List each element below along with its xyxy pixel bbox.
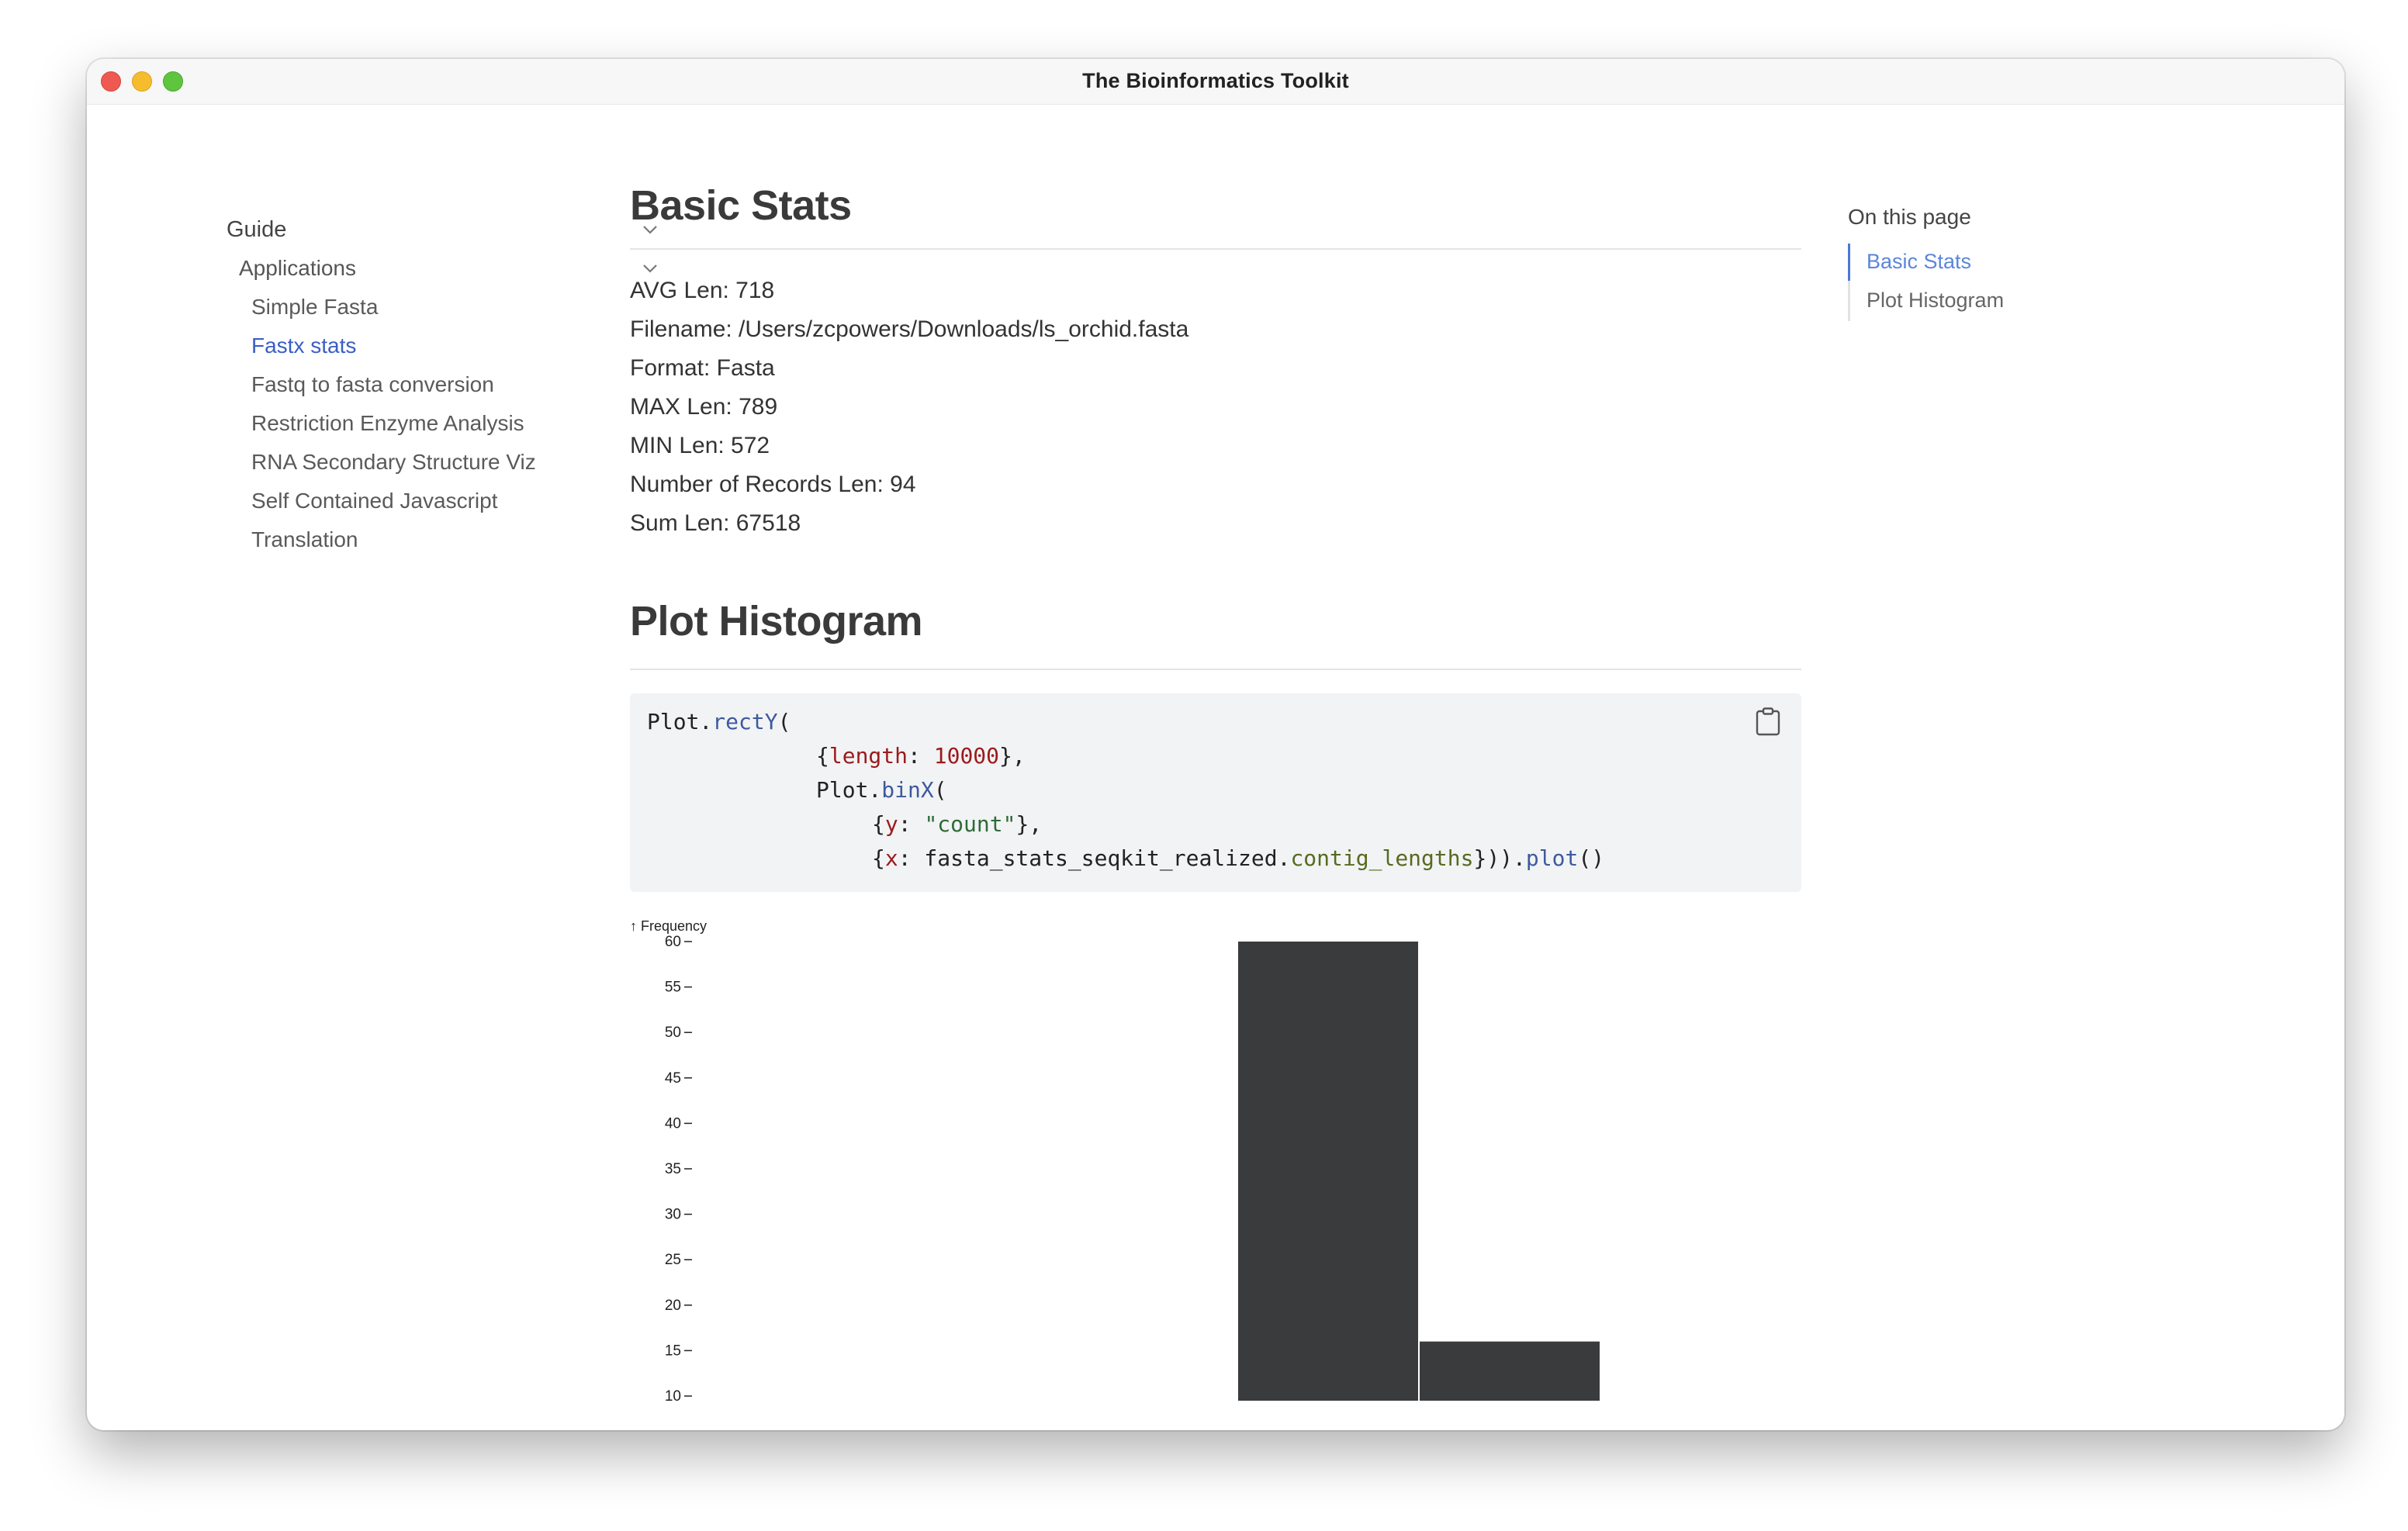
histogram-chart: ↑ Frequency 51015202530354045505560 bbox=[630, 920, 1600, 1401]
stat-sum-len: Sum Len: 67518 bbox=[630, 510, 801, 536]
sidebar-item-fastx-stats[interactable]: Fastx stats bbox=[227, 329, 661, 365]
sidebar-item-fastq-to-fasta[interactable]: Fastq to fasta conversion bbox=[227, 368, 661, 403]
sidebar-item-label: Fastx stats bbox=[251, 334, 357, 358]
sidebar-item-label: Self Contained Javascript bbox=[251, 489, 498, 513]
y-tick-label: 55 bbox=[665, 980, 681, 996]
page-content: Guide Applications Simple Fasta Fastx st… bbox=[87, 104, 2344, 1430]
section-divider bbox=[630, 669, 1801, 670]
toc-title: On this page bbox=[1848, 205, 1971, 229]
basic-stats-heading: Basic Stats bbox=[630, 182, 852, 229]
y-tick-label: 15 bbox=[665, 1343, 681, 1359]
sidebar-group-applications[interactable]: Applications bbox=[227, 251, 661, 287]
sidebar-item-restriction-enzyme[interactable]: Restriction Enzyme Analysis bbox=[227, 406, 661, 442]
code-line: Plot.binX( bbox=[816, 777, 947, 803]
plot-histogram-heading: Plot Histogram bbox=[630, 598, 923, 645]
window-title: The Bioinformatics Toolkit bbox=[1082, 69, 1349, 92]
sidebar-item-label: Simple Fasta bbox=[251, 295, 379, 319]
app-window: The Bioinformatics Toolkit Guide Applica… bbox=[87, 59, 2344, 1430]
sidebar-item-label: RNA Secondary Structure Viz bbox=[251, 450, 536, 474]
stat-format: Format: Fasta bbox=[630, 355, 775, 381]
stat-num-records: Number of Records Len: 94 bbox=[630, 472, 916, 497]
y-tick-label: 20 bbox=[665, 1298, 681, 1314]
y-tick-label: 40 bbox=[665, 1115, 681, 1132]
clipboard-copy-icon[interactable] bbox=[1755, 707, 1781, 737]
sidebar-group-guide[interactable]: Guide bbox=[227, 213, 661, 248]
code-line: {length: 10000}, bbox=[816, 743, 1026, 769]
stat-min-len: MIN Len: 572 bbox=[630, 433, 770, 458]
chevron-down-icon[interactable] bbox=[639, 257, 661, 279]
toc-active-indicator bbox=[1848, 244, 1850, 281]
stat-filename: Filename: /Users/zcpowers/Downloads/ls_o… bbox=[630, 316, 1189, 342]
section-divider bbox=[630, 248, 1801, 250]
histogram-bar bbox=[1420, 1341, 1600, 1401]
y-tick-label: 35 bbox=[665, 1161, 681, 1177]
toc-item-plot-histogram[interactable]: Plot Histogram bbox=[1867, 289, 2004, 313]
toc-item-basic-stats[interactable]: Basic Stats bbox=[1867, 250, 1971, 274]
y-tick-label: 10 bbox=[665, 1388, 681, 1401]
sidebar-item-label: Translation bbox=[251, 527, 358, 551]
y-axis: 51015202530354045505560 bbox=[665, 934, 692, 1401]
sidebar-applications-label: Applications bbox=[239, 256, 356, 280]
histogram-bars bbox=[1238, 942, 1600, 1401]
sidebar-item-rna-secondary[interactable]: RNA Secondary Structure Viz bbox=[227, 445, 661, 481]
y-axis-label: ↑ Frequency bbox=[630, 920, 707, 934]
histogram-bar bbox=[1238, 942, 1418, 1401]
y-tick-label: 25 bbox=[665, 1252, 681, 1268]
sidebar-item-simple-fasta[interactable]: Simple Fasta bbox=[227, 290, 661, 326]
code-line: {y: "count"}, bbox=[872, 811, 1043, 837]
sidebar-item-label: Restriction Enzyme Analysis bbox=[251, 411, 524, 435]
code-line: {x: fasta_stats_seqkit_realized.contig_l… bbox=[872, 845, 1605, 871]
sidebar-item-self-contained-js[interactable]: Self Contained Javascript bbox=[227, 484, 661, 520]
code-line: Plot.rectY( bbox=[647, 709, 791, 734]
y-tick-label: 50 bbox=[665, 1025, 681, 1041]
sidebar-guide-label: Guide bbox=[227, 217, 287, 242]
y-tick-label: 45 bbox=[665, 1070, 681, 1087]
sidebar-item-translation[interactable]: Translation bbox=[227, 523, 661, 558]
stat-avg-len: AVG Len: 718 bbox=[630, 278, 775, 303]
y-tick-label: 60 bbox=[665, 934, 681, 950]
stat-max-len: MAX Len: 789 bbox=[630, 394, 778, 420]
sidebar-item-label: Fastq to fasta conversion bbox=[251, 372, 494, 396]
code-block[interactable]: Plot.rectY( {length: 10000}, Plot.binX( … bbox=[630, 693, 1801, 892]
y-tick-label: 30 bbox=[665, 1207, 681, 1223]
title-bar: The Bioinformatics Toolkit bbox=[87, 59, 2344, 105]
